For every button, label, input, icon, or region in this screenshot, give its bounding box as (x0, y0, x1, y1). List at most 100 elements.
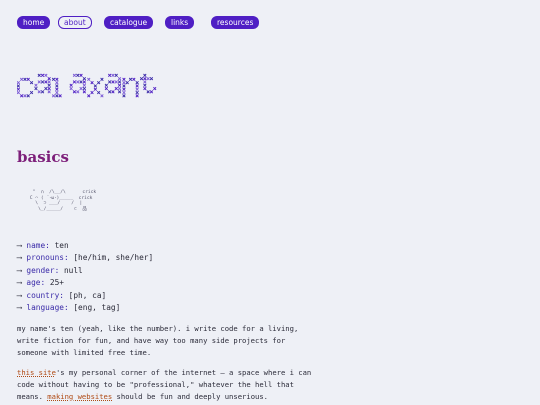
logo-stitch (135, 87, 139, 91)
fact-value: ten (54, 241, 69, 250)
logo-stitch (47, 80, 51, 84)
logo-stitch (143, 86, 147, 91)
logo-stitch (26, 77, 30, 82)
logo-stitch (87, 94, 91, 98)
logo-stitch (55, 77, 59, 82)
logo-stitch (40, 80, 45, 84)
logo-stitch (55, 84, 59, 88)
arrow-icon: ⟶ (17, 278, 22, 288)
logo-stitch (82, 83, 87, 87)
logo-stitch (117, 83, 122, 87)
fact-item: ⟶ gender: null (17, 265, 153, 277)
making-websites-link[interactable]: making websites (47, 392, 112, 401)
logo-stitch (76, 73, 80, 78)
fact-item: ⟶ pronouns: [he/him, she/her] (17, 252, 153, 264)
arrow-icon: ⟶ (17, 241, 22, 250)
logo-stitch (117, 76, 122, 81)
logo-stitch (149, 76, 154, 81)
logo-stitch (117, 90, 122, 94)
fact-key: country: (26, 290, 64, 300)
logo-stitch (122, 77, 126, 82)
logo-stitch (122, 80, 126, 85)
logo-stitch (132, 77, 136, 82)
logo-stitch (96, 80, 101, 85)
this-site-link[interactable]: this site (17, 368, 56, 377)
logo-stitch (122, 87, 126, 91)
logo-stitch (143, 83, 147, 87)
logo-stitch (82, 90, 87, 94)
fact-key: language: (26, 303, 69, 313)
intro-text-end: should be fun and deeply unserious. (112, 392, 268, 401)
logo-stitch (143, 76, 147, 81)
logo-stitch (114, 73, 118, 78)
nav-home-link[interactable]: home (17, 16, 51, 29)
logo-stitch (55, 80, 59, 85)
logo-stitch (44, 86, 48, 91)
logo-stitch (90, 80, 94, 85)
logo-stitch (72, 80, 77, 84)
logo-stitch (114, 86, 118, 91)
logo-stitch (55, 87, 59, 91)
intro-paragraph-1: my name's ten (yeah, like the number). i… (17, 324, 299, 357)
logo-stitch (37, 80, 41, 84)
logo-stitch (47, 76, 51, 81)
logo-stitch (40, 73, 45, 78)
fact-value: [he/him, she/her] (73, 253, 154, 263)
logo-stitch (19, 94, 24, 98)
fact-key: gender: (26, 265, 60, 275)
logo-stitch (143, 80, 147, 84)
logo-stitch (122, 90, 126, 95)
logo-stitch (69, 83, 73, 87)
logo-stitch (51, 77, 56, 82)
logo-stitch (34, 86, 38, 91)
fact-value: 25+ (49, 278, 64, 288)
logo-stitch (93, 84, 98, 88)
nav-about-link[interactable]: about (58, 16, 92, 29)
logo-stitch (47, 86, 51, 91)
logo-stitch (135, 94, 139, 98)
fact-value: [ph, ca] (68, 290, 107, 300)
logo-stitch (40, 90, 45, 94)
logo-stitch (23, 94, 27, 98)
logo-stitch (104, 83, 109, 87)
logo-stitch (76, 80, 80, 84)
ascii-art-cat: " ∩ /\__/\ crick C ⌒ ( ´･ω･)_____ crick … (29, 190, 97, 212)
logo-stitch (55, 90, 59, 95)
logo-stitch (93, 87, 98, 91)
arrow-icon: ⟶ (17, 253, 22, 263)
logo-stitch (100, 77, 104, 82)
logo-stitch (111, 73, 115, 78)
logo-stitch (139, 76, 144, 81)
logo-stitch (117, 80, 122, 84)
logo-stitch (135, 90, 139, 95)
logo-stitch (58, 94, 62, 98)
logo-stitch (96, 90, 101, 95)
logo-stitch (72, 73, 77, 78)
logo-stitch (146, 90, 150, 94)
logo-stitch (79, 80, 83, 84)
logo-stitch (29, 80, 34, 85)
logo-stitch (125, 80, 129, 85)
nav-resources-link[interactable]: resources (211, 16, 260, 29)
fact-item: ⟶ country: [ph, ca] (17, 290, 153, 302)
logo-stitch (37, 90, 41, 94)
logo-stitch (79, 73, 83, 78)
logo-stitch (114, 80, 118, 84)
nav-links-link[interactable]: links (165, 16, 195, 29)
logo-stitch (111, 80, 115, 84)
logo-stitch (72, 90, 77, 94)
logo-stitch (44, 80, 48, 84)
logo-stitch (143, 73, 147, 78)
logo-stitch (19, 77, 24, 82)
nav-catalogue-link[interactable]: catalogue (104, 16, 154, 29)
logo-stitch (107, 73, 112, 78)
logo-stitch (104, 86, 109, 91)
fact-item: ⟶ language: [eng, tag] (17, 302, 153, 314)
site-logo: calaxant (17, 73, 157, 98)
logo-stitch (111, 90, 115, 94)
logo-stitch (34, 83, 38, 87)
logo-stitch (117, 86, 122, 91)
logo-stitch (76, 90, 80, 94)
logo-stitch (146, 76, 150, 81)
intro-paragraph-2: this site's my personal corner of the in… (17, 367, 317, 403)
